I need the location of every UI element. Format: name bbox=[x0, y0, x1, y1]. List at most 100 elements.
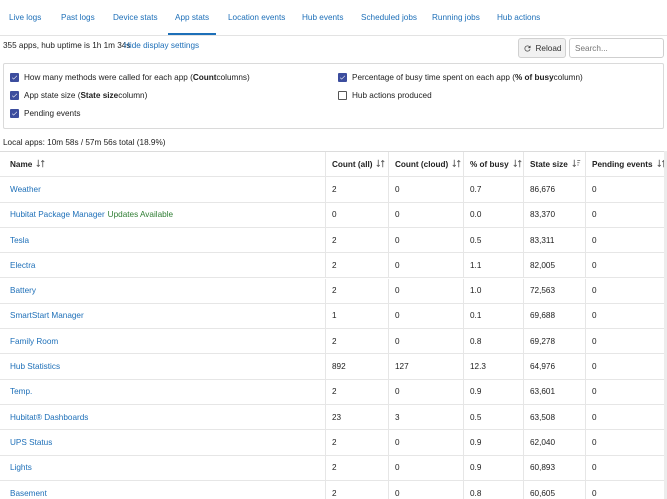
cell-value: 1 bbox=[332, 311, 337, 321]
app-name-link[interactable]: Electra bbox=[10, 261, 35, 270]
app-name-link[interactable]: Tesla bbox=[10, 236, 29, 245]
cell-value: 0 bbox=[395, 210, 400, 220]
checkbox-unchecked[interactable] bbox=[338, 91, 347, 100]
cell-value: 0.5 bbox=[470, 412, 482, 422]
tab-live-logs[interactable]: Live logs bbox=[9, 0, 41, 35]
cell-busy: 0.9 bbox=[470, 456, 481, 480]
sort-icon[interactable] bbox=[372, 159, 386, 170]
tab-hub-actions[interactable]: Hub actions bbox=[497, 0, 540, 35]
cell-busy: 0.1 bbox=[470, 304, 481, 328]
cell-busy: 0.5 bbox=[470, 405, 481, 429]
cell-count-cloud: 3 bbox=[395, 405, 400, 429]
reload-button[interactable]: Reload bbox=[518, 38, 566, 58]
cell-busy: 12.3 bbox=[470, 354, 486, 378]
app-name-link[interactable]: Hub Statistics bbox=[10, 362, 60, 371]
cell-value: 0 bbox=[395, 437, 400, 447]
app-name-link[interactable]: Battery bbox=[10, 286, 36, 295]
column-header-name[interactable]: Name bbox=[10, 152, 45, 176]
cell-name: Tesla bbox=[10, 228, 29, 252]
cell-name: UPS Status bbox=[10, 430, 52, 454]
cell-pending-events: 0 bbox=[592, 329, 597, 353]
column-divider bbox=[463, 455, 464, 480]
tab-scheduled-jobs[interactable]: Scheduled jobs bbox=[361, 0, 417, 35]
sort-icon[interactable] bbox=[509, 159, 522, 170]
column-header-pending-events[interactable]: Pending events bbox=[592, 152, 666, 176]
column-divider bbox=[585, 152, 586, 177]
cell-value: 69,278 bbox=[530, 336, 556, 346]
cell-value: 69,688 bbox=[530, 311, 556, 321]
tab-hub-events[interactable]: Hub events bbox=[302, 0, 343, 35]
cell-pending-events: 0 bbox=[592, 203, 597, 227]
cell-count-cloud: 0 bbox=[395, 456, 400, 480]
table-row: Weather 2 0 0.7 86,676 0 bbox=[0, 177, 664, 203]
table-row: Hubitat Package Manager Updates Available… bbox=[0, 202, 664, 228]
option-pending-events[interactable]: Pending events bbox=[10, 109, 80, 118]
column-header-count-cloud[interactable]: Count (cloud) bbox=[395, 152, 461, 176]
app-name-link[interactable]: Basement bbox=[10, 489, 47, 498]
column-divider bbox=[325, 278, 326, 303]
column-header-busy[interactable]: % of busy bbox=[470, 152, 522, 176]
cell-value: 0.9 bbox=[470, 437, 482, 447]
option-label: Hub actions produced bbox=[352, 91, 432, 100]
cell-value: 0.8 bbox=[470, 336, 482, 346]
checkbox-checked[interactable] bbox=[10, 109, 19, 118]
sort-icon[interactable] bbox=[448, 159, 461, 170]
app-name-link[interactable]: UPS Status bbox=[10, 438, 52, 447]
cell-count-all: 2 bbox=[332, 228, 337, 252]
tab-location-events[interactable]: Location events bbox=[228, 0, 285, 35]
cell-value: 0 bbox=[592, 412, 597, 422]
option-state-size-column[interactable]: App state size (State size column) bbox=[10, 91, 147, 100]
tab-running-jobs[interactable]: Running jobs bbox=[432, 0, 480, 35]
app-name-link[interactable]: Hubitat Package Manager bbox=[10, 210, 105, 219]
cell-count-all: 2 bbox=[332, 329, 337, 353]
column-divider bbox=[388, 455, 389, 480]
table-header-row: Name Count (all) Count (cloud) % of busy Sta… bbox=[0, 152, 666, 178]
table-row: Battery 2 0 1.0 72,563 0 bbox=[0, 278, 664, 304]
display-settings-panel: How many methods were called for each ap… bbox=[3, 63, 664, 129]
cell-value: 127 bbox=[395, 362, 409, 372]
cell-value: 0.9 bbox=[470, 463, 482, 473]
app-name-link[interactable]: Temp. bbox=[10, 387, 32, 396]
app-name-link[interactable]: SmartStart Manager bbox=[10, 311, 84, 320]
column-divider bbox=[388, 177, 389, 202]
cell-count-cloud: 0 bbox=[395, 430, 400, 454]
checkbox-checked[interactable] bbox=[10, 91, 19, 100]
column-header-count-all[interactable]: Count (all) bbox=[332, 152, 386, 176]
search-input[interactable] bbox=[569, 38, 664, 58]
column-header-label: Count (all) bbox=[332, 159, 373, 169]
cell-value: 0 bbox=[592, 437, 597, 447]
column-divider bbox=[463, 253, 464, 278]
checkbox-checked[interactable] bbox=[338, 73, 347, 82]
sort-icon[interactable] bbox=[32, 159, 45, 170]
option-hub-actions[interactable]: Hub actions produced bbox=[338, 91, 432, 100]
sort-descending-icon[interactable] bbox=[568, 159, 581, 170]
hide-display-settings-link[interactable]: Hide display settings bbox=[124, 41, 199, 50]
option-busy-column[interactable]: Percentage of busy time spent on each ap… bbox=[338, 73, 583, 82]
app-name-link[interactable]: Lights bbox=[10, 463, 32, 472]
option-label-bold: Count bbox=[192, 73, 217, 82]
app-name-link[interactable]: Hubitat® Dashboards bbox=[10, 413, 88, 422]
cell-name: SmartStart Manager bbox=[10, 304, 84, 328]
option-count-columns[interactable]: How many methods were called for each ap… bbox=[10, 73, 250, 82]
tab-device-stats[interactable]: Device stats bbox=[113, 0, 158, 35]
cell-value: 60,893 bbox=[530, 463, 556, 473]
column-header-label: Count (cloud) bbox=[395, 159, 449, 169]
column-divider bbox=[585, 354, 586, 379]
app-name-link[interactable]: Family Room bbox=[10, 337, 58, 346]
column-divider bbox=[585, 379, 586, 404]
cell-value: 2 bbox=[332, 437, 337, 447]
cell-value: 0 bbox=[592, 488, 597, 498]
cell-value: 0 bbox=[395, 311, 400, 321]
tab-app-stats[interactable]: App stats bbox=[167, 0, 217, 35]
column-divider bbox=[325, 303, 326, 329]
column-header-state-size[interactable]: State size bbox=[530, 152, 581, 176]
column-divider bbox=[388, 379, 389, 404]
column-divider bbox=[585, 253, 586, 278]
app-name-link[interactable]: Weather bbox=[10, 185, 41, 194]
column-divider bbox=[585, 177, 586, 202]
tab-past-logs[interactable]: Past logs bbox=[61, 0, 95, 35]
cell-name: Battery bbox=[10, 279, 36, 303]
checkbox-checked[interactable] bbox=[10, 73, 19, 82]
column-divider bbox=[523, 405, 524, 430]
cell-value: 63,601 bbox=[530, 387, 556, 397]
